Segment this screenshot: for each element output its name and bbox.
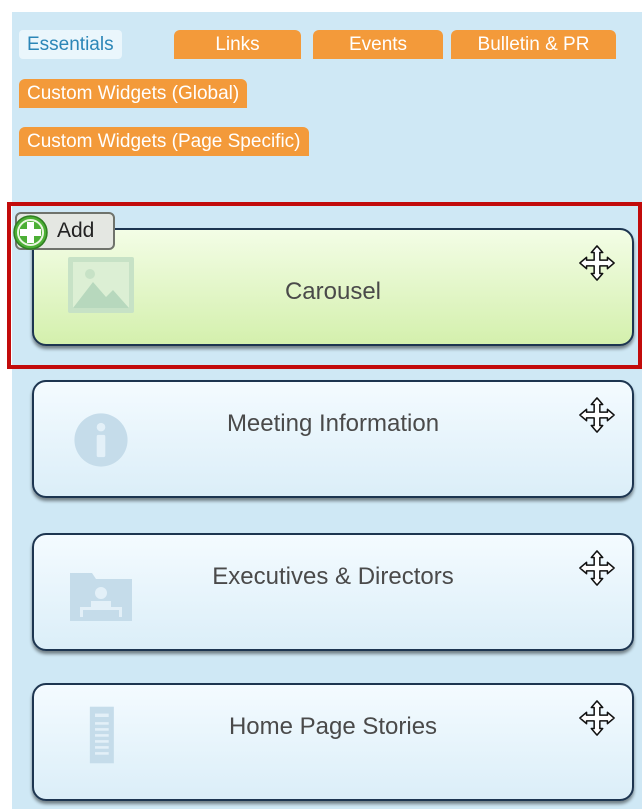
tab-essentials[interactable]: Essentials (19, 30, 122, 59)
plus-circle-icon[interactable] (12, 214, 49, 251)
move-icon[interactable] (578, 396, 616, 434)
widget-title: Home Page Stories (228, 713, 438, 740)
tab-bulletin-pr[interactable]: Bulletin & PR (451, 30, 616, 59)
widget-carousel[interactable]: Carousel (32, 228, 634, 346)
add-label: Add (57, 219, 95, 242)
tab-custom-widgets-global[interactable]: Custom Widgets (Global) (19, 79, 248, 108)
move-icon[interactable] (578, 244, 616, 282)
move-icon[interactable] (578, 549, 616, 587)
tab-events[interactable]: Events (313, 30, 443, 59)
move-icon[interactable] (578, 699, 616, 737)
widget-home-page-stories[interactable]: Home Page Stories (32, 683, 634, 801)
widget-executives-directors[interactable]: Executives & Directors (32, 533, 634, 651)
widget-title: Meeting Information (226, 410, 440, 437)
widget-meeting-information[interactable]: Meeting Information (32, 380, 634, 498)
widget-title: Carousel (284, 278, 382, 305)
tab-links[interactable]: Links (174, 30, 301, 59)
widget-title: Executives & Directors (212, 563, 454, 590)
tab-custom-widgets-page-specific[interactable]: Custom Widgets (Page Specific) (19, 127, 309, 156)
